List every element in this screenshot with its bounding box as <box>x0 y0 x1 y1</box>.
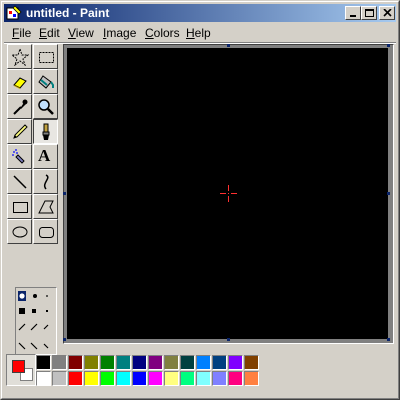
palette-color-swatch[interactable] <box>212 355 227 370</box>
menu-help[interactable]: Help <box>186 26 211 40</box>
tool-pencil[interactable] <box>7 119 32 144</box>
tool-rectangle[interactable] <box>7 194 32 219</box>
title-bar[interactable]: untitled - Paint <box>4 4 396 22</box>
palette-color-swatch[interactable] <box>68 355 83 370</box>
palette-color-swatch[interactable] <box>180 355 195 370</box>
paint-app-icon <box>6 5 22 20</box>
palette-color-swatch[interactable] <box>36 355 51 370</box>
palette-color-swatch[interactable] <box>68 371 83 386</box>
palette-color-swatch[interactable] <box>148 355 163 370</box>
tool-pick-color[interactable] <box>7 94 32 119</box>
foreground-color-swatch[interactable] <box>12 360 25 373</box>
palette-color-swatch[interactable] <box>52 355 67 370</box>
toolbox: A <box>5 44 61 355</box>
close-button[interactable] <box>379 6 395 20</box>
palette-color-swatch[interactable] <box>116 355 131 370</box>
menu-colors[interactable]: Colors <box>145 26 180 40</box>
tool-ellipse[interactable] <box>7 219 32 244</box>
palette-color-swatch[interactable] <box>244 355 259 370</box>
canvas-workspace <box>63 44 394 344</box>
text-icon: A <box>38 146 51 165</box>
palette-color-swatch[interactable] <box>164 371 179 386</box>
fill-bucket-icon <box>38 75 54 89</box>
resize-handle-bottom-left <box>63 338 66 341</box>
paint-window: untitled - Paint File Edit View Image Co… <box>0 0 400 400</box>
menu-edit[interactable]: Edit <box>39 26 60 40</box>
palette-color-swatch[interactable] <box>100 371 115 386</box>
ellipse-icon <box>12 226 28 238</box>
tool-free-form-select[interactable] <box>7 44 32 69</box>
palette-color-swatch[interactable] <box>52 371 67 386</box>
eraser-icon <box>13 77 27 89</box>
menu-view[interactable]: View <box>68 26 94 40</box>
palette-color-swatch[interactable] <box>148 371 163 386</box>
line-icon <box>13 175 27 189</box>
palette-color-swatch[interactable] <box>164 355 179 370</box>
crosshair-cursor-icon <box>220 185 237 202</box>
resize-handle-left <box>63 192 66 195</box>
tool-rounded-rectangle[interactable] <box>33 219 58 244</box>
palette-color-swatch[interactable] <box>212 371 227 386</box>
tool-brush[interactable] <box>33 119 58 144</box>
brush-shapes-icon <box>18 291 49 350</box>
menu-bar: File Edit View Image Colors Help <box>4 23 396 42</box>
palette-color-swatch[interactable] <box>100 355 115 370</box>
curve-icon <box>43 174 49 190</box>
palette-color-swatch[interactable] <box>116 371 131 386</box>
tool-text[interactable]: A <box>33 144 58 169</box>
minimize-icon <box>350 15 356 17</box>
resize-handle-top-right <box>387 44 390 47</box>
palette-color-swatch[interactable] <box>228 355 243 370</box>
tool-airbrush[interactable] <box>7 144 32 169</box>
palette-color-swatch[interactable] <box>132 355 147 370</box>
airbrush-icon <box>12 149 25 164</box>
star-select-icon <box>11 48 29 66</box>
resize-handle-bottom[interactable] <box>227 338 230 341</box>
resize-handle-right[interactable] <box>387 192 390 195</box>
rectangle-icon <box>13 202 28 213</box>
palette-color-swatch[interactable] <box>244 371 259 386</box>
palette-color-swatch[interactable] <box>228 371 243 386</box>
resize-handle-bottom-right[interactable] <box>387 338 390 341</box>
palette-color-swatch[interactable] <box>84 371 99 386</box>
rounded-rect-icon <box>39 227 54 238</box>
pencil-icon <box>13 124 28 139</box>
tool-line[interactable] <box>7 169 32 194</box>
palette-color-swatch[interactable] <box>180 371 195 386</box>
window-title: untitled - Paint <box>26 6 110 20</box>
rect-select-icon <box>39 52 54 63</box>
tool-curve[interactable] <box>33 169 58 194</box>
palette-color-swatch[interactable] <box>84 355 99 370</box>
palette-color-swatch[interactable] <box>196 371 211 386</box>
close-icon <box>383 9 392 17</box>
minimize-button[interactable] <box>345 6 361 20</box>
brush-icon <box>42 123 50 140</box>
menu-image[interactable]: Image <box>103 26 136 40</box>
eyedropper-icon <box>13 99 28 115</box>
resize-handle-top <box>227 44 230 47</box>
magnifier-icon <box>38 99 54 115</box>
tool-rect-select[interactable] <box>33 44 58 69</box>
current-colors[interactable] <box>6 354 36 386</box>
tool-eraser[interactable] <box>7 69 32 94</box>
palette-color-swatch[interactable] <box>36 371 51 386</box>
tool-fill[interactable] <box>33 69 58 94</box>
tool-polygon[interactable] <box>33 194 58 219</box>
polygon-icon <box>38 200 54 214</box>
maximize-icon <box>365 9 374 17</box>
maximize-button[interactable] <box>361 6 377 20</box>
palette-color-swatch[interactable] <box>196 355 211 370</box>
brush-options-panel[interactable] <box>15 287 57 355</box>
palette-color-swatch[interactable] <box>132 371 147 386</box>
color-palette <box>4 351 396 391</box>
menu-file[interactable]: File <box>12 26 31 40</box>
tool-magnifier[interactable] <box>33 94 58 119</box>
